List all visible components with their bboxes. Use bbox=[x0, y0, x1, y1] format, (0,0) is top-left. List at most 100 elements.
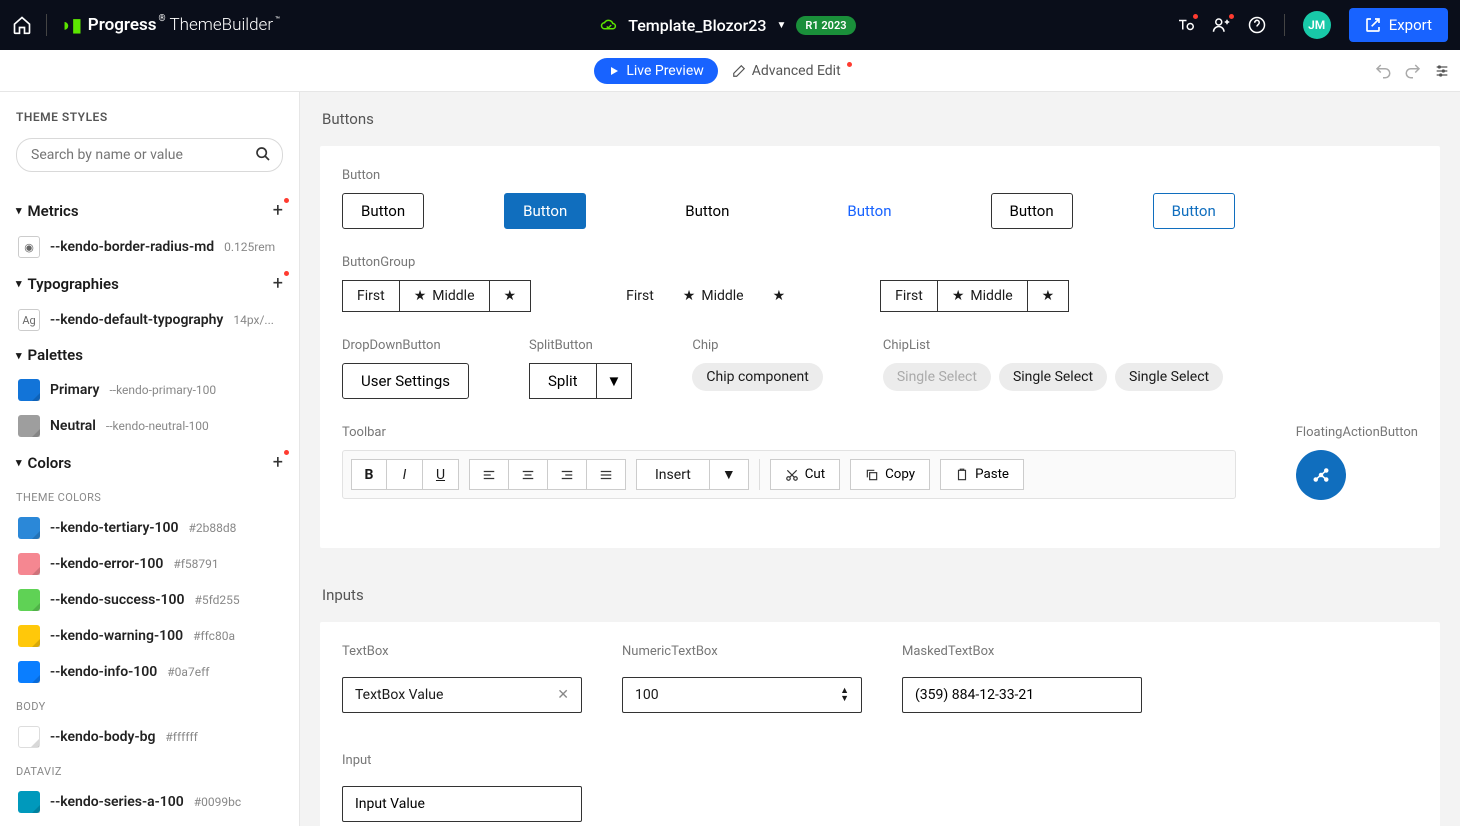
bg-last[interactable]: ★ bbox=[759, 280, 801, 312]
list-item[interactable]: --kendo-warning-100 #ffc80a bbox=[16, 618, 283, 654]
bold-icon[interactable]: B bbox=[351, 459, 387, 490]
settings-list-icon[interactable] bbox=[1434, 63, 1450, 79]
live-preview-label: Live Preview bbox=[626, 63, 703, 79]
bg-middle[interactable]: ★ Middle bbox=[938, 280, 1028, 312]
chip-item[interactable]: Single Select bbox=[1115, 363, 1223, 391]
color-swatch bbox=[18, 517, 40, 539]
chip-item[interactable]: Single Select bbox=[999, 363, 1107, 391]
list-item[interactable]: --kendo-series-a-100 #0099bc bbox=[16, 784, 283, 820]
item-name: --kendo-border-radius-md bbox=[50, 239, 214, 255]
insert-button[interactable]: Insert bbox=[636, 459, 710, 490]
undo-icon[interactable] bbox=[1374, 62, 1392, 80]
item-value: 14px/... bbox=[233, 313, 274, 327]
button-outline[interactable]: Button bbox=[342, 193, 424, 229]
help-icon[interactable] bbox=[1248, 16, 1266, 34]
align-justify-icon[interactable] bbox=[587, 459, 626, 490]
item-name: --kendo-info-100 bbox=[50, 664, 157, 680]
bg-middle[interactable]: ★ Middle bbox=[669, 280, 759, 312]
add-color-button[interactable]: + bbox=[273, 452, 283, 473]
bg-last[interactable]: ★ bbox=[490, 280, 532, 312]
color-swatch bbox=[18, 589, 40, 611]
item-value: --kendo-primary-100 bbox=[109, 383, 216, 397]
button-outline2[interactable]: Button bbox=[991, 193, 1073, 229]
redo-icon[interactable] bbox=[1404, 62, 1422, 80]
search-icon[interactable] bbox=[255, 146, 271, 162]
list-item[interactable]: --kendo-error-100 #f58791 bbox=[16, 546, 283, 582]
logo: ◗▮ Progress ® ThemeBuilder ™ bbox=[61, 15, 280, 36]
add-user-icon[interactable] bbox=[1212, 16, 1230, 34]
bg-first[interactable]: First bbox=[611, 280, 669, 312]
bg-last[interactable]: ★ bbox=[1028, 280, 1070, 312]
item-name: --kendo-series-a-100 bbox=[50, 794, 184, 810]
list-item[interactable]: --kendo-info-100 #0a7eff bbox=[16, 654, 283, 690]
numeric-textbox[interactable]: 100▲▼ bbox=[622, 677, 862, 713]
canvas-area: Buttons Button Button Button Button Butt… bbox=[300, 92, 1460, 826]
list-item[interactable]: --kendo-body-bg #ffffff bbox=[16, 719, 283, 755]
fab-button[interactable] bbox=[1296, 450, 1346, 500]
italic-icon[interactable]: I bbox=[387, 459, 423, 490]
cut-button[interactable]: Cut bbox=[770, 459, 840, 490]
avatar[interactable]: JM bbox=[1303, 11, 1331, 39]
chevron-down-icon: ▾ bbox=[16, 349, 22, 362]
advanced-edit-tab[interactable]: Advanced Edit bbox=[718, 58, 866, 84]
toolbar: B I U Insert bbox=[342, 450, 1236, 499]
button-group2: First ★ Middle ★ bbox=[880, 280, 1069, 312]
section-typographies[interactable]: ▾Typographies + bbox=[16, 265, 283, 302]
list-item[interactable]: --kendo-series-b-100 #e74856 bbox=[16, 820, 283, 826]
button-group: First ★ Middle ★ bbox=[342, 280, 531, 312]
typography-settings-icon[interactable] bbox=[1176, 16, 1194, 34]
align-right-icon[interactable] bbox=[548, 459, 587, 490]
section-label: Colors bbox=[28, 454, 72, 472]
add-metric-button[interactable]: + bbox=[273, 200, 283, 221]
bg-first[interactable]: First bbox=[880, 280, 938, 312]
spinner-icon[interactable]: ▲▼ bbox=[840, 687, 849, 703]
section-colors[interactable]: ▾Colors + bbox=[16, 444, 283, 481]
bg-first[interactable]: First bbox=[342, 280, 400, 312]
button-flat[interactable]: Button bbox=[666, 193, 748, 229]
split-main[interactable]: Split bbox=[529, 363, 597, 399]
copy-button[interactable]: Copy bbox=[850, 459, 930, 490]
list-item[interactable]: Neutral --kendo-neutral-100 bbox=[16, 408, 283, 444]
chip[interactable]: Chip component bbox=[692, 363, 822, 391]
export-button[interactable]: Export bbox=[1349, 8, 1448, 42]
button-solid[interactable]: Button bbox=[504, 193, 586, 229]
masked-textbox[interactable] bbox=[902, 677, 1142, 713]
component-label: ButtonGroup bbox=[342, 255, 1418, 270]
align-left-icon[interactable] bbox=[469, 459, 509, 490]
chevron-down-icon[interactable]: ▼ bbox=[776, 20, 786, 31]
item-name: --kendo-warning-100 bbox=[50, 628, 183, 644]
list-item[interactable]: Ag --kendo-default-typography 14px/... bbox=[16, 302, 283, 338]
underline-icon[interactable]: U bbox=[423, 459, 459, 490]
input[interactable] bbox=[342, 786, 582, 822]
home-icon[interactable] bbox=[12, 15, 32, 35]
list-item[interactable]: --kendo-tertiary-100 #2b88d8 bbox=[16, 510, 283, 546]
bg-middle[interactable]: ★ Middle bbox=[400, 280, 490, 312]
split-caret[interactable]: ▼ bbox=[597, 363, 633, 399]
live-preview-tab[interactable]: Live Preview bbox=[594, 58, 717, 84]
subheader-body: BODY bbox=[16, 700, 283, 713]
list-item[interactable]: Primary --kendo-primary-100 bbox=[16, 372, 283, 408]
dropdown-button[interactable]: User Settings bbox=[342, 363, 469, 399]
section-metrics[interactable]: ▾Metrics + bbox=[16, 192, 283, 229]
section-label: Palettes bbox=[28, 346, 83, 364]
search-input[interactable] bbox=[16, 138, 283, 172]
chip-item[interactable]: Single Select bbox=[883, 363, 991, 391]
clear-icon[interactable]: ✕ bbox=[557, 687, 569, 703]
textbox[interactable]: TextBox Value✕ bbox=[342, 677, 582, 713]
button-flat-primary[interactable]: Button bbox=[828, 193, 910, 229]
chevron-down-icon: ▾ bbox=[16, 277, 22, 290]
align-center-icon[interactable] bbox=[509, 459, 548, 490]
section-palettes[interactable]: ▾ Palettes bbox=[16, 338, 283, 372]
insert-caret[interactable]: ▼ bbox=[710, 459, 749, 490]
list-item[interactable]: --kendo-success-100 #5fd255 bbox=[16, 582, 283, 618]
item-name: Neutral bbox=[50, 418, 96, 434]
item-name: --kendo-error-100 bbox=[50, 556, 163, 572]
button-outline-primary[interactable]: Button bbox=[1153, 193, 1235, 229]
color-swatch bbox=[18, 379, 40, 401]
component-label: TextBox bbox=[342, 644, 582, 659]
add-typography-button[interactable]: + bbox=[273, 273, 283, 294]
color-swatch bbox=[18, 415, 40, 437]
paste-button[interactable]: Paste bbox=[940, 459, 1024, 490]
list-item[interactable]: ◉ --kendo-border-radius-md 0.125rem bbox=[16, 229, 283, 265]
project-title[interactable]: Template_Blozor23 bbox=[628, 16, 766, 35]
